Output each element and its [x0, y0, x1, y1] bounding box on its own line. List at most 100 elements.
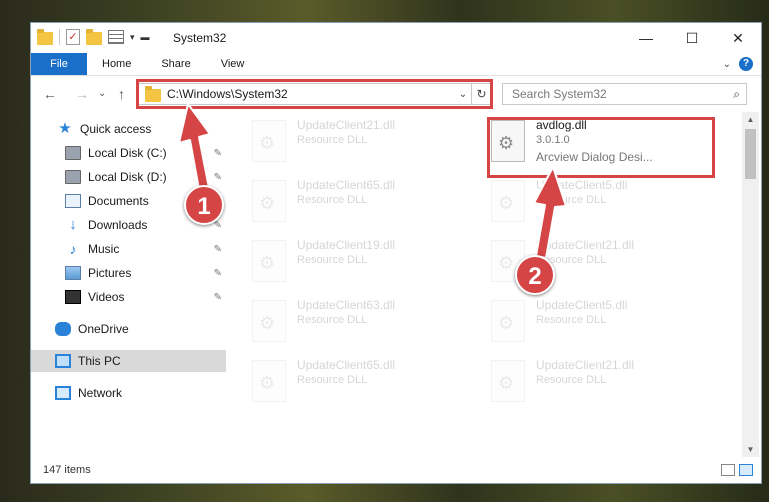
scroll-down-arrow-icon[interactable]: ▼: [742, 445, 759, 454]
star-icon: ★: [58, 120, 72, 137]
file-tile[interactable]: UpdateClient21.dll Resource DLL: [465, 232, 690, 288]
music-icon: ♪: [69, 241, 77, 257]
file-highlight-box: [487, 117, 715, 178]
sidebar-item-this-pc[interactable]: This PC: [31, 350, 226, 372]
file-tile[interactable]: UpdateClient63.dll Resource DLL: [226, 292, 451, 348]
file-type: Resource DLL: [297, 314, 368, 326]
file-type: Resource DLL: [297, 134, 368, 146]
recent-locations-chevron-icon[interactable]: ⌄: [98, 88, 106, 99]
file-type: Resource DLL: [297, 194, 368, 206]
new-folder-icon[interactable]: [86, 28, 102, 45]
dll-file-icon: [252, 240, 286, 282]
file-name: UpdateClient63.dll: [297, 298, 396, 312]
this-pc-icon: [55, 354, 71, 368]
sidebar-item-label: Pictures: [88, 266, 132, 280]
pin-icon[interactable]: ✎: [214, 172, 222, 183]
sidebar-item-local-disk-d[interactable]: Local Disk (D:) ✎: [31, 166, 226, 188]
tab-home[interactable]: Home: [87, 53, 146, 75]
file-type: Resource DLL: [536, 194, 607, 206]
window-title: System32: [173, 31, 227, 45]
sidebar-item-quick-access[interactable]: ★ Quick access: [31, 118, 226, 140]
sidebar-item-label: Local Disk (C:): [88, 146, 167, 160]
address-highlight-box: [136, 79, 493, 109]
search-placeholder: Search System32: [512, 87, 607, 101]
close-button[interactable]: ✕: [715, 23, 761, 53]
view-toggle: [721, 464, 753, 476]
toolbar-dropdown-icon[interactable]: ▬: [141, 32, 150, 42]
search-icon[interactable]: ⌕: [733, 87, 740, 102]
file-tile[interactable]: UpdateClient65.dll Resource DLL: [226, 172, 451, 228]
properties-check-icon[interactable]: ✓: [66, 29, 80, 45]
file-name: UpdateClient5.dll: [536, 178, 628, 192]
scrollbar-thumb[interactable]: [745, 129, 756, 179]
pin-icon[interactable]: ✎: [214, 244, 222, 255]
file-name: UpdateClient5.dll: [536, 298, 628, 312]
sidebar-item-pictures[interactable]: Pictures ✎: [31, 262, 226, 284]
quick-access-toolbar: ✓ ▾ ▬: [37, 28, 150, 45]
sidebar-item-network[interactable]: Network: [31, 382, 226, 404]
large-icons-view-icon[interactable]: [739, 464, 753, 476]
file-tile[interactable]: UpdateClient21.dll Resource DLL: [226, 112, 451, 168]
file-tile[interactable]: UpdateClient5.dll Resource DLL: [465, 172, 690, 228]
sidebar-item-local-disk-c[interactable]: Local Disk (C:) ✎: [31, 142, 226, 164]
file-tile[interactable]: UpdateClient21.dll Resource DLL: [465, 352, 690, 408]
expand-ribbon-chevron-icon[interactable]: ⌄: [723, 59, 731, 70]
properties-icon[interactable]: [108, 30, 124, 44]
tab-share[interactable]: Share: [146, 53, 205, 75]
up-arrow-icon[interactable]: ↑: [118, 86, 125, 102]
details-view-icon[interactable]: [721, 464, 735, 476]
file-tile[interactable]: UpdateClient65.dll Resource DLL: [226, 352, 451, 408]
onedrive-icon: [55, 322, 71, 336]
documents-icon: [65, 194, 81, 208]
tab-view[interactable]: View: [206, 53, 260, 75]
pin-icon[interactable]: ✎: [214, 292, 222, 303]
sidebar-item-videos[interactable]: Videos ✎: [31, 286, 226, 308]
customize-toolbar-chevron-icon[interactable]: ▾: [130, 32, 135, 43]
file-tile[interactable]: UpdateClient19.dll Resource DLL: [226, 232, 451, 288]
file-name: UpdateClient65.dll: [297, 358, 396, 372]
dll-file-icon: [252, 300, 286, 342]
pin-icon[interactable]: ✎: [214, 148, 222, 159]
item-count: 147 items: [43, 464, 91, 476]
sidebar-item-onedrive[interactable]: OneDrive: [31, 318, 226, 340]
drive-icon: [65, 146, 81, 160]
pictures-icon: [65, 266, 81, 280]
drive-icon: [65, 170, 81, 184]
minimize-button[interactable]: —: [623, 23, 669, 53]
help-icon[interactable]: ?: [739, 57, 753, 71]
file-name: UpdateClient65.dll: [297, 178, 396, 192]
sidebar-item-label: OneDrive: [78, 322, 129, 336]
tab-file[interactable]: File: [31, 53, 87, 75]
forward-arrow-icon[interactable]: →: [75, 86, 89, 102]
window-controls: — ☐ ✕: [623, 23, 761, 53]
sidebar-item-music[interactable]: ♪ Music ✎: [31, 238, 226, 260]
sidebar-item-label: Videos: [88, 290, 125, 304]
sidebar-item-label: This PC: [78, 354, 121, 368]
file-tile[interactable]: UpdateClient5.dll Resource DLL: [465, 292, 690, 348]
file-name: UpdateClient19.dll: [297, 238, 396, 252]
dll-file-icon: [491, 360, 525, 402]
callout-step-one: 1: [184, 185, 224, 225]
callout-step-two: 2: [515, 255, 555, 295]
file-type: Resource DLL: [536, 314, 607, 326]
pin-icon[interactable]: ✎: [214, 268, 222, 279]
dll-file-icon: [252, 180, 286, 222]
sidebar-item-label: Quick access: [80, 122, 152, 136]
dll-file-icon: [252, 360, 286, 402]
back-arrow-icon[interactable]: ←: [43, 86, 57, 102]
sidebar-item-label: Local Disk (D:): [88, 170, 167, 184]
vertical-scrollbar[interactable]: ▲ ▼: [742, 112, 759, 457]
file-type: Resource DLL: [297, 374, 368, 386]
ribbon-right-controls: ⌄ ?: [723, 53, 761, 75]
downloads-icon: ↓: [69, 216, 77, 233]
folder-icon: [37, 28, 53, 45]
network-icon: [55, 386, 71, 400]
search-input[interactable]: Search System32 ⌕: [502, 83, 747, 105]
dll-file-icon: [491, 300, 525, 342]
dll-file-icon: [491, 180, 525, 222]
scroll-up-arrow-icon[interactable]: ▲: [742, 115, 759, 124]
videos-icon: [65, 290, 81, 304]
maximize-button[interactable]: ☐: [669, 23, 715, 53]
file-name: UpdateClient21.dll: [297, 118, 396, 132]
separator: [59, 29, 60, 45]
